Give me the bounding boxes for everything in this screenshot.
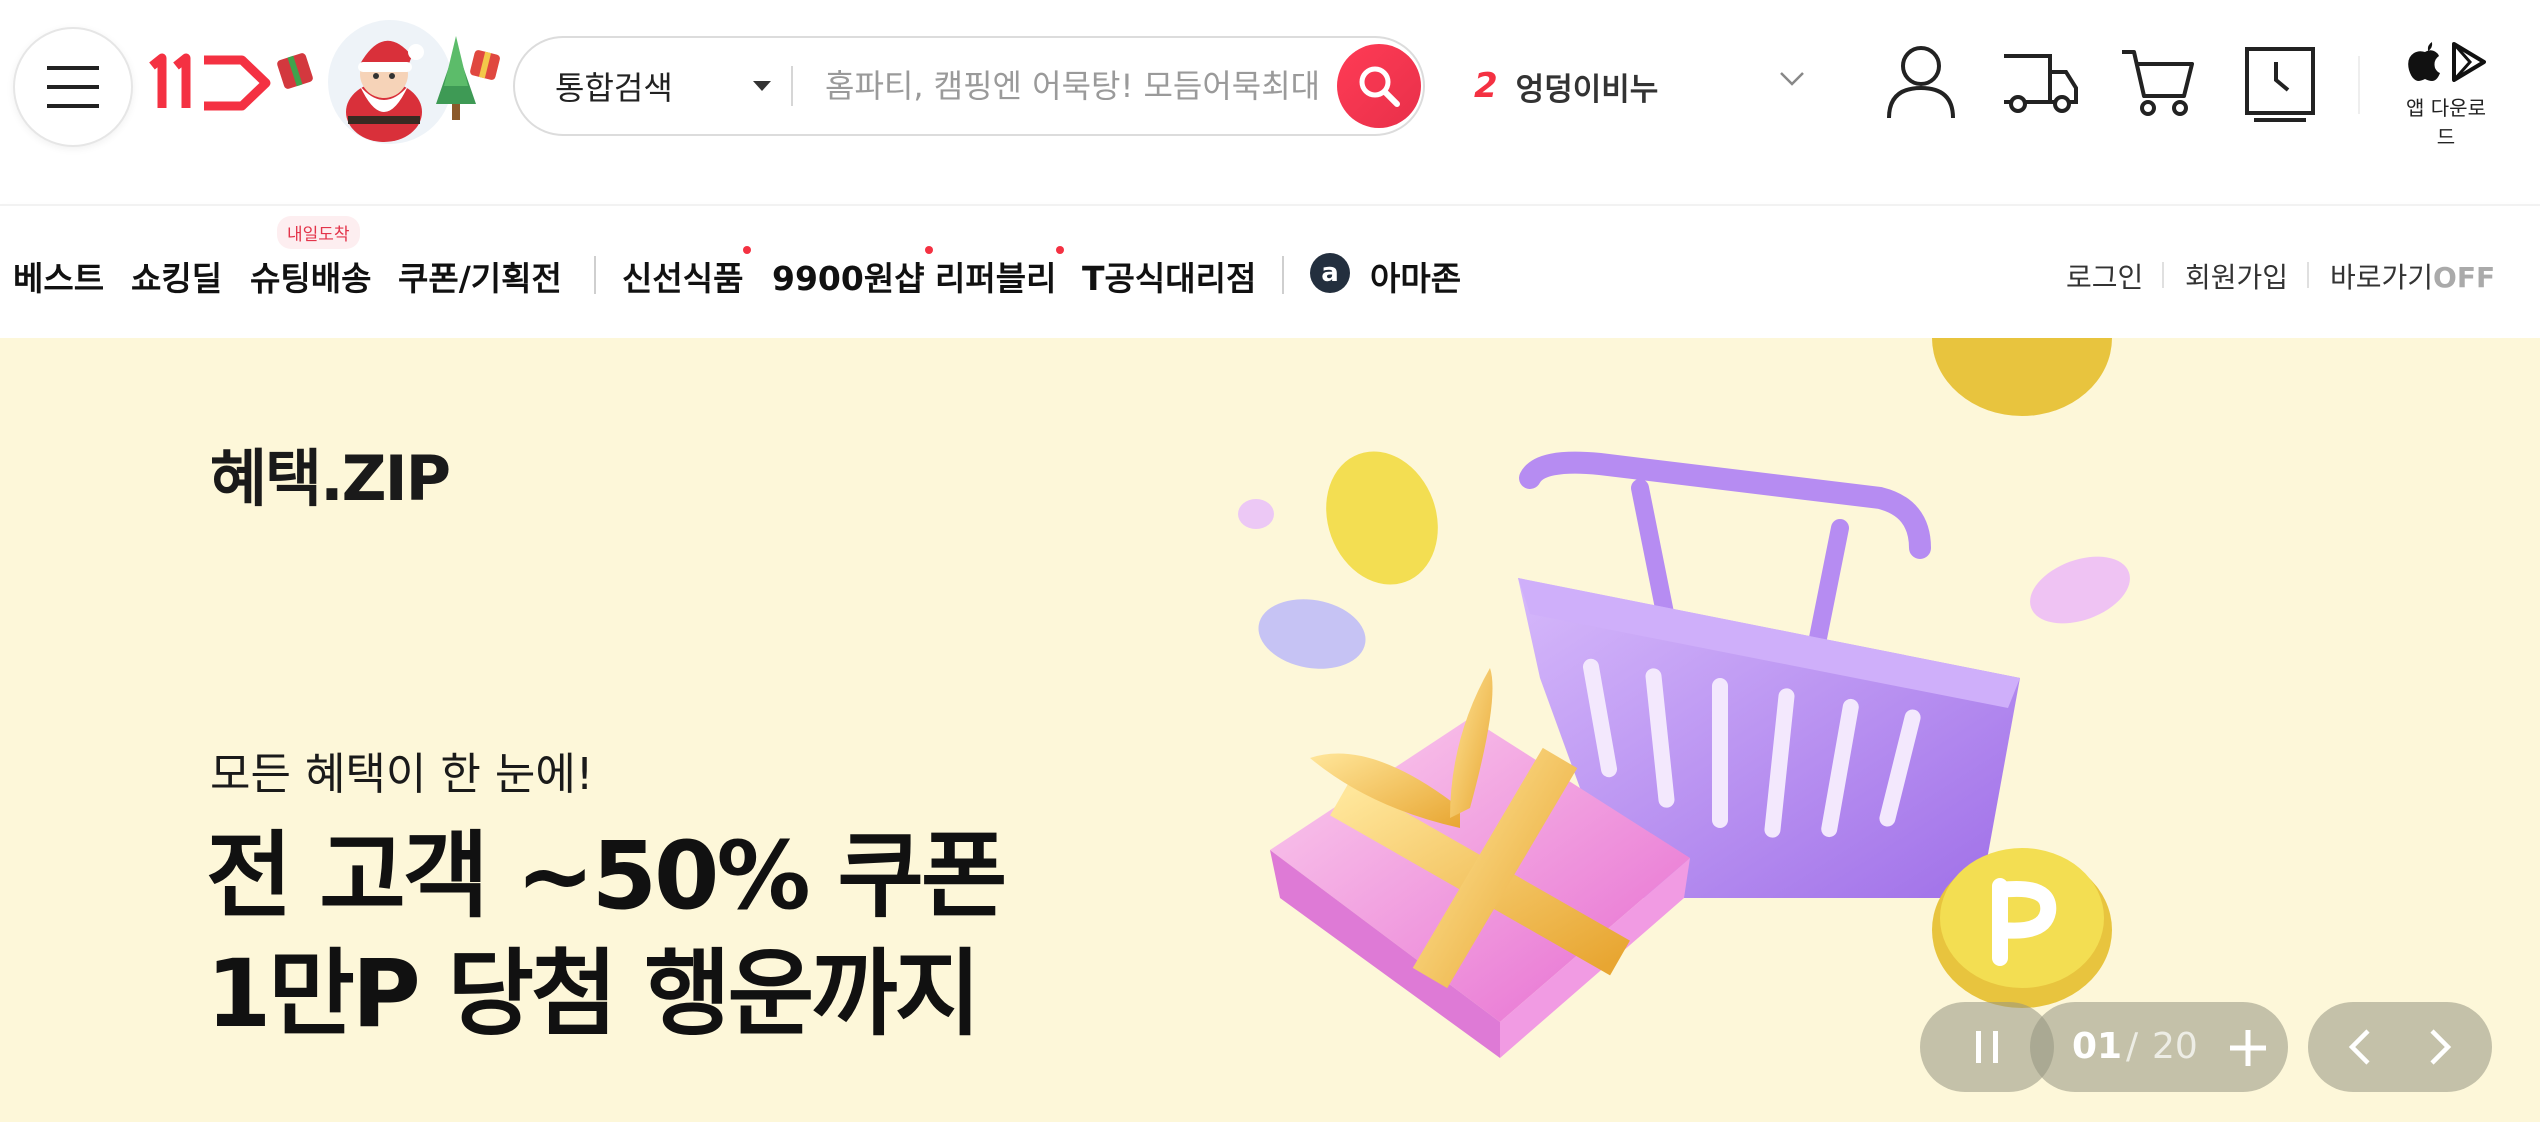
menu-icon: [47, 66, 99, 108]
chevron-right-icon[interactable]: [2422, 1028, 2458, 1066]
search-input[interactable]: [825, 38, 1325, 134]
new-dot: [1056, 246, 1065, 254]
pause-icon: [1976, 1031, 1998, 1063]
slide-total: 20: [2152, 1026, 2198, 1067]
slide-navigation: [2308, 1002, 2492, 1092]
util-divider: [2162, 262, 2164, 288]
gnb-item-refurbly[interactable]: 리퍼블리: [935, 246, 1065, 300]
plus-icon[interactable]: [2226, 1026, 2270, 1070]
header: 통합검색 2 엉덩이비누: [0, 0, 2540, 204]
banner-title-line: 전 고객 ~50% 쿠폰: [206, 822, 1007, 931]
gnb-item-shooting-delivery[interactable]: 슈팅배송: [250, 252, 371, 300]
gnb-item-best[interactable]: 베스트: [13, 252, 104, 300]
banner-title-line: 1만P 당첨 행운까지: [206, 940, 981, 1049]
trending-keyword[interactable]: 2 엉덩이비누: [1474, 58, 1658, 114]
banner-logo: 혜택.ZIP: [210, 442, 451, 515]
trending-keyword-text: 엉덩이비누: [1515, 71, 1659, 108]
search-box: 통합검색: [513, 36, 1425, 136]
app-download-label: 앱 다운로드: [2406, 96, 2486, 149]
gnb-divider: [1282, 256, 1284, 294]
cart-icon[interactable]: [2120, 44, 2196, 120]
gnb-divider: [594, 256, 596, 294]
gnb-item-label: 9900원샵: [772, 259, 925, 298]
slide-current: 01: [2072, 1026, 2123, 1067]
search-category-label: 통합검색: [555, 69, 673, 107]
slide-separator: /: [2126, 1026, 2139, 1067]
gnb-item-shocking-deal[interactable]: 쇼킹딜: [131, 252, 222, 300]
truck-icon[interactable]: [2000, 44, 2080, 120]
11st-logo[interactable]: [146, 52, 274, 114]
chevron-left-icon[interactable]: [2342, 1028, 2378, 1066]
amazon-icon: a: [1310, 253, 1350, 293]
trending-rank-number: 2: [1474, 66, 1498, 106]
search-category-select[interactable]: 통합검색: [555, 38, 781, 134]
user-icon[interactable]: [1886, 44, 1956, 120]
banner-title: 전 고객 ~50% 쿠폰 1만P 당첨 행운까지: [206, 818, 1007, 1054]
search-icon: [1359, 66, 1400, 107]
main-navigation: 베스트 쇼킹딜 내일도착 슈팅배송 쿠폰/기획전 신선식품 9900원샵 리퍼블…: [0, 204, 2540, 338]
gnb-item-coupon[interactable]: 쿠폰/기획전: [398, 252, 562, 300]
recent-icon[interactable]: [2244, 46, 2316, 124]
gnb-item-label: 신선식품: [622, 259, 744, 298]
gnb-item-t-official[interactable]: T공식대리점: [1082, 252, 1256, 300]
gnb-item-label: 리퍼블리: [935, 259, 1057, 298]
menu-button[interactable]: [13, 27, 133, 147]
app-download[interactable]: 앱 다운로드: [2400, 38, 2492, 150]
gift-basket-illustration: [1238, 338, 2130, 1058]
banner-subtitle: 모든 혜택이 한 눈에!: [210, 749, 594, 800]
tomorrow-delivery-badge: 내일도착: [277, 216, 360, 249]
signup-link[interactable]: 회원가입: [2185, 256, 2288, 296]
slide-counter: 01 / 20: [2030, 1002, 2288, 1092]
main-banner[interactable]: 혜택.ZIP 모든 혜택이 한 눈에! 전 고객 ~50% 쿠폰 1만P 당첨 …: [0, 338, 2540, 1122]
new-dot: [743, 246, 752, 254]
chevron-down-icon[interactable]: [1778, 70, 1806, 88]
gnb-item-amazon[interactable]: 아마존: [1370, 252, 1461, 300]
shortcut-toggle[interactable]: 바로가기OFF: [2330, 256, 2495, 296]
gnb-item-9900-shop[interactable]: 9900원샵: [772, 246, 933, 300]
login-link[interactable]: 로그인: [2066, 256, 2143, 296]
util-divider: [2307, 262, 2309, 288]
shortcut-state: OFF: [2433, 261, 2496, 294]
header-divider: [2358, 56, 2360, 114]
search-divider: [791, 66, 793, 106]
search-button[interactable]: [1337, 44, 1421, 128]
play-store-icon: [2451, 42, 2486, 82]
apple-icon: [2408, 42, 2441, 81]
caret-down-icon[interactable]: [753, 81, 771, 91]
gnb-item-fresh-food[interactable]: 신선식품: [622, 246, 752, 300]
new-dot: [924, 246, 933, 254]
santa-illustration: [277, 20, 500, 144]
shortcut-label: 바로가기: [2330, 261, 2434, 294]
